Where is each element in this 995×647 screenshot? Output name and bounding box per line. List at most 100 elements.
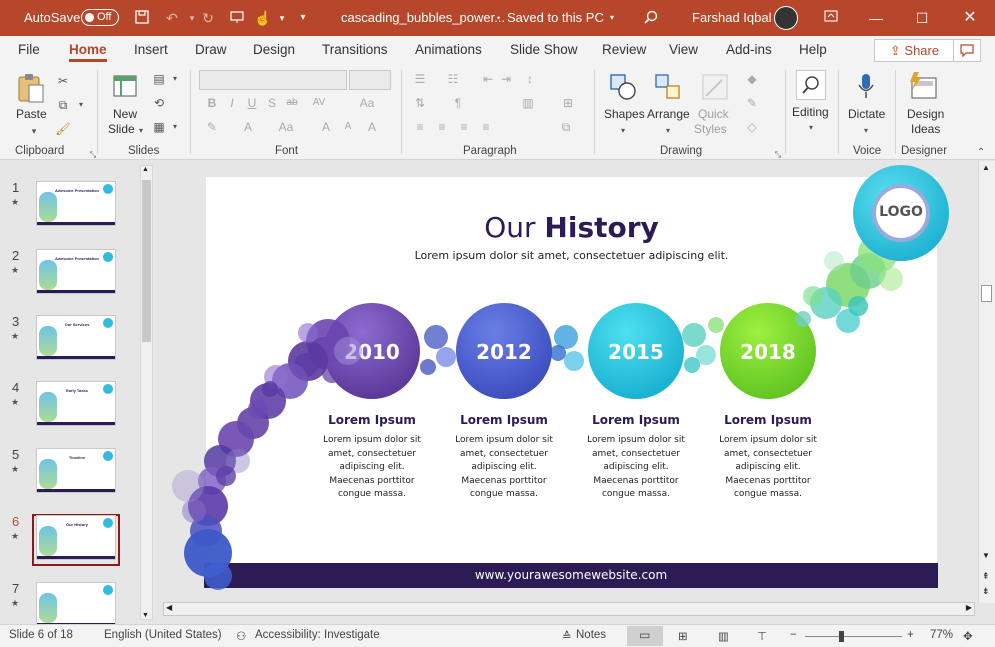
dictate-dropdown-icon[interactable]: ▾ [858, 124, 874, 138]
font-family-select[interactable] [199, 70, 347, 90]
tab-view[interactable]: View [669, 42, 698, 57]
decrease-indent-icon[interactable]: ⇤ [480, 72, 496, 86]
editing-label[interactable]: Editing [792, 105, 829, 119]
quick-styles-label-2[interactable]: Styles [694, 122, 727, 136]
paste-label[interactable]: Paste [16, 107, 47, 121]
present-icon[interactable] [228, 9, 246, 27]
align-text-icon[interactable]: ¶ [450, 96, 466, 110]
slide-thumbnail[interactable]: Our Services [36, 315, 116, 360]
font-size-select[interactable] [349, 70, 391, 90]
scroll-down-icon[interactable]: ▼ [982, 551, 990, 560]
milestone-heading[interactable]: Lorem Ipsum [444, 413, 564, 427]
tab-add-ins[interactable]: Add-ins [726, 42, 772, 57]
shape-fill-icon[interactable]: ◆ [744, 72, 760, 86]
highlight-icon[interactable]: ✎ [204, 120, 220, 134]
notes-icon[interactable]: ≙ [562, 629, 572, 643]
reading-view-icon[interactable]: ▥ [718, 629, 729, 643]
bold-icon[interactable]: B [204, 96, 220, 110]
quick-styles-icon[interactable] [700, 72, 730, 102]
character-spacing-icon[interactable]: AV [311, 96, 327, 110]
share-button[interactable]: ⇪ Share [874, 39, 955, 62]
tab-animations[interactable]: Animations [415, 42, 482, 57]
milestone-circle[interactable]: 2015 [588, 303, 684, 399]
touch-mode-icon[interactable]: ☝ [254, 9, 272, 27]
tab-file[interactable]: File [18, 42, 40, 57]
numbering-icon[interactable]: ☷ [445, 72, 461, 86]
shapes-label[interactable]: Shapes [604, 107, 645, 121]
format-painter-icon[interactable]: 🖌 [55, 122, 71, 136]
zoom-out-icon[interactable]: − [790, 629, 797, 641]
milestone-heading[interactable]: Lorem Ipsum [312, 413, 432, 427]
save-status-dropdown-icon[interactable]: ▾ [603, 9, 621, 27]
scroll-right-icon[interactable]: ▶ [966, 603, 972, 612]
tab-insert[interactable]: Insert [134, 42, 168, 57]
milestone-circle[interactable]: 2012 [456, 303, 552, 399]
slide-thumbnail[interactable]: Awesome Presentation [36, 249, 116, 294]
cut-icon[interactable]: ✂ [55, 74, 71, 88]
language[interactable]: English (United States) [104, 629, 222, 641]
layout-dropdown-icon[interactable]: ▾ [167, 72, 183, 86]
scroll-up-icon[interactable]: ▲ [982, 163, 990, 172]
zoom-level[interactable]: 77% [930, 629, 953, 641]
zoom-in-icon[interactable]: + [907, 629, 914, 641]
line-spacing-icon[interactable]: ↕ [522, 72, 538, 86]
tab-design[interactable]: Design [253, 42, 295, 57]
new-slide-dropdown-icon[interactable]: ▾ [133, 124, 149, 138]
align-left-icon[interactable]: ≡ [412, 120, 428, 134]
slide-thumbnail[interactable] [36, 582, 116, 627]
touch-dropdown-icon[interactable]: ▾ [273, 9, 291, 27]
justify-icon[interactable]: ≡ [478, 120, 494, 134]
ribbon-display-options-icon[interactable] [822, 9, 840, 27]
milestone-heading[interactable]: Lorem Ipsum [708, 413, 828, 427]
maximize-button[interactable]: ☐ [899, 0, 945, 36]
close-button[interactable]: ✕ [947, 0, 993, 36]
copy-icon[interactable]: ⧉ [55, 98, 71, 112]
shape-outline-icon[interactable]: ✎ [744, 96, 760, 110]
columns-icon[interactable]: ▥ [520, 96, 536, 110]
arrange-label[interactable]: Arrange [647, 107, 690, 121]
slide-thumbnail[interactable]: Awesome Presentation [36, 181, 116, 226]
avatar[interactable] [774, 6, 798, 30]
design-ideas-label-2[interactable]: Ideas [911, 122, 940, 136]
text-case-icon[interactable]: Aa [278, 120, 294, 134]
align-right-icon[interactable]: ≡ [456, 120, 472, 134]
slide-canvas[interactable]: Our History Lorem ipsum dolor sit amet, … [204, 177, 938, 588]
arrange-dropdown-icon[interactable]: ▾ [660, 124, 676, 138]
search-icon[interactable] [642, 9, 660, 27]
shape-effects-icon[interactable]: ◇ [744, 120, 760, 134]
quick-styles-label[interactable]: Quick [698, 107, 729, 121]
collapse-ribbon-icon[interactable]: ⌃ [973, 146, 989, 160]
microphone-icon[interactable] [855, 72, 877, 102]
convert-smartart-icon[interactable]: ⧉ [558, 120, 574, 134]
minimize-button[interactable]: — [853, 0, 899, 36]
zoom-slider-thumb[interactable] [839, 631, 844, 642]
slide-title[interactable]: Our History [206, 211, 937, 244]
scrollbar-thumb[interactable] [981, 285, 992, 302]
milestone-circle[interactable]: 2010 [324, 303, 420, 399]
slide-thumbnail[interactable]: Our History [36, 515, 116, 560]
strikethrough-icon[interactable]: ab [284, 96, 300, 110]
increase-font-icon[interactable]: A [318, 120, 334, 134]
smartart-icon[interactable]: ⊞ [560, 96, 576, 110]
drawing-launcher-icon[interactable]: ⤡ [770, 148, 786, 162]
tab-transitions[interactable]: Transitions [322, 42, 388, 57]
slide-sorter-icon[interactable]: ⊞ [678, 629, 688, 643]
normal-view-button[interactable]: ▭ [627, 626, 663, 646]
underline-icon[interactable]: U [244, 96, 260, 110]
save-icon[interactable] [133, 9, 151, 27]
tab-draw[interactable]: Draw [195, 42, 227, 57]
shapes-dropdown-icon[interactable]: ▾ [615, 124, 631, 138]
slide-subtitle[interactable]: Lorem ipsum dolor sit amet, consectetuer… [206, 249, 937, 262]
tab-home[interactable]: Home [69, 42, 107, 62]
slide-thumbnail[interactable]: Early Tasks [36, 381, 116, 426]
copy-dropdown-icon[interactable]: ▾ [73, 98, 89, 112]
fit-to-window-icon[interactable]: ✥ [963, 629, 973, 643]
notes-button[interactable]: Notes [576, 629, 606, 641]
align-center-icon[interactable]: ≡ [434, 120, 450, 134]
scrollbar-thumb[interactable] [142, 180, 151, 342]
scroll-left-icon[interactable]: ◀ [166, 603, 172, 612]
tab-help[interactable]: Help [799, 42, 827, 57]
arrange-icon[interactable] [653, 72, 683, 102]
undo-icon[interactable]: ↶ [163, 9, 181, 27]
scroll-up-icon[interactable]: ▲ [142, 166, 149, 173]
